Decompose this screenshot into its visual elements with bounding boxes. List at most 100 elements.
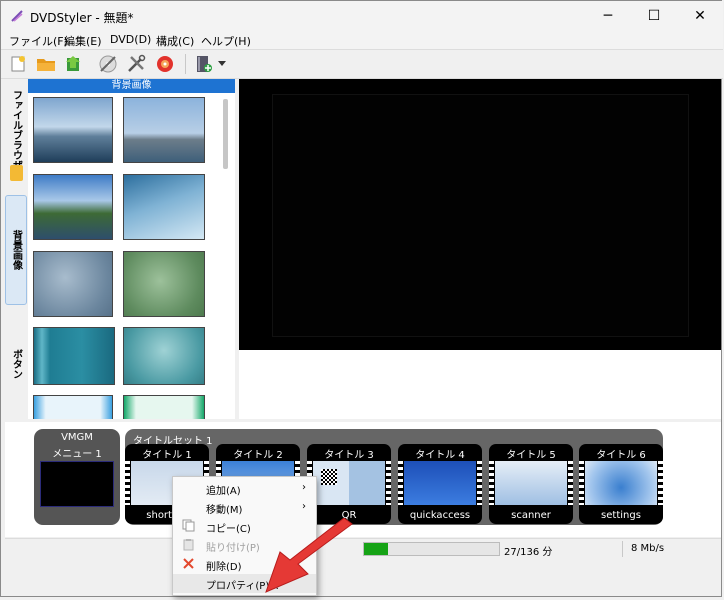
menu-bar: ファイル(F) 編集(E) DVD(D) 構成(C) ヘルプ(H): [1, 31, 723, 49]
title-6-label: settings: [601, 510, 641, 521]
menu-item-delete-label: 削除(D): [206, 562, 242, 573]
side-tabs: ファイルブラウザー 背景画像 ボタン: [5, 79, 27, 419]
qr-code-icon: [321, 469, 337, 485]
title-4-box[interactable]: タイトル 4 quickaccess: [398, 444, 482, 524]
maximize-button[interactable]: ☐: [631, 1, 677, 31]
background-thumbnail[interactable]: [123, 395, 205, 419]
menu-item-add[interactable]: 追加(A) ›: [173, 479, 316, 498]
filmstrip-icon: [386, 461, 391, 505]
background-thumbnail[interactable]: [33, 327, 115, 385]
add-file-button[interactable]: [193, 53, 215, 75]
vmgm-node: VMGM メニュー 1: [34, 429, 120, 525]
burn-icon: [99, 55, 117, 73]
tab-background-label: 背景画像: [10, 230, 22, 270]
title-6-box[interactable]: タイトル 6 settings: [579, 444, 663, 524]
burn-button[interactable]: [97, 53, 119, 75]
submenu-arrow-icon: ›: [302, 482, 306, 493]
menu-item-move[interactable]: 移動(M) ›: [173, 498, 316, 517]
filmstrip-icon: [568, 461, 573, 505]
vmgm-header: VMGM: [61, 432, 93, 443]
status-separator: [622, 541, 623, 557]
maximize-icon: ☐: [647, 8, 661, 24]
menu-dvd[interactable]: DVD(D): [110, 33, 151, 46]
new-icon: [11, 56, 25, 72]
settings-button[interactable]: [125, 53, 147, 75]
disc-usage-progress: [363, 542, 500, 556]
new-button[interactable]: [7, 53, 29, 75]
filmstrip-icon: [489, 461, 494, 505]
title-2-header: タイトル 2: [233, 450, 283, 461]
titleset-manager: VMGM メニュー 1 タイトルセット 1 タイトル 1 shortcut タイ…: [5, 422, 721, 537]
minimize-icon: ─: [603, 8, 613, 24]
dropdown-arrow-icon: [218, 61, 226, 66]
open-button[interactable]: [35, 53, 57, 75]
title-4-thumbnail: [404, 461, 476, 505]
copy-icon: [182, 519, 195, 532]
add-file-icon: [197, 56, 212, 72]
dvd-button[interactable]: [154, 53, 176, 75]
title-5-header: タイトル 5: [506, 450, 556, 461]
panel-scrollbar[interactable]: [223, 99, 228, 169]
title-5-box[interactable]: タイトル 5 scanner: [489, 444, 573, 524]
title-4-header: タイトル 4: [415, 450, 465, 461]
disc-usage-text: 27/136 分: [504, 547, 553, 558]
background-thumbnail[interactable]: [33, 97, 113, 163]
filmstrip-icon: [398, 461, 403, 505]
title-5-thumbnail: [495, 461, 567, 505]
close-icon: ✕: [694, 8, 706, 24]
filmstrip-icon: [579, 461, 584, 505]
filmstrip-icon: [477, 461, 482, 505]
background-panel: 背景画像: [28, 79, 235, 419]
folder-icon: [10, 165, 23, 181]
background-thumbnail[interactable]: [33, 251, 113, 317]
minimize-button[interactable]: ─: [585, 1, 631, 31]
menu-edit[interactable]: 編集(E): [64, 33, 102, 49]
title-6-thumbnail: [585, 461, 657, 505]
title-1-header: タイトル 1: [142, 450, 192, 461]
paste-icon: [183, 539, 194, 551]
app-window: DVDStyler - 無題* ─ ☐ ✕ ファイル(F) 編集(E) DVD(…: [0, 0, 723, 597]
status-bar: 27/136 分 8 Mb/s: [5, 538, 721, 559]
submenu-arrow-icon: ›: [302, 501, 306, 512]
tab-buttons-label: ボタン: [10, 349, 22, 379]
menu-file[interactable]: ファイル(F): [9, 33, 68, 49]
menu-help[interactable]: ヘルプ(H): [201, 33, 251, 49]
close-button[interactable]: ✕: [677, 1, 723, 31]
open-folder-icon: [37, 59, 55, 71]
panel-header: 背景画像: [28, 79, 235, 93]
menu-1-label: メニュー 1: [52, 449, 102, 460]
preview-area: [239, 79, 721, 419]
save-button[interactable]: [63, 53, 85, 75]
background-thumbnail[interactable]: [123, 174, 205, 240]
menu-configure[interactable]: 構成(C): [156, 33, 194, 49]
menu-item-move-label: 移動(M): [206, 505, 243, 516]
title-6-header: タイトル 6: [596, 450, 646, 461]
menu-1-box[interactable]: メニュー 1: [37, 445, 117, 522]
background-thumbnail[interactable]: [123, 251, 205, 317]
preview-screen: [272, 94, 689, 337]
add-file-dropdown[interactable]: [215, 53, 229, 75]
menu-preview[interactable]: [239, 79, 721, 350]
tab-background[interactable]: 背景画像: [5, 195, 27, 305]
dvd-icon: [157, 56, 173, 72]
progress-fill: [364, 543, 389, 555]
toolbar-separator: [185, 54, 186, 74]
title-5-label: scanner: [511, 510, 551, 521]
background-thumbnail[interactable]: [123, 97, 205, 163]
window-title: DVDStyler - 無題*: [30, 11, 134, 25]
filmstrip-icon: [125, 461, 130, 505]
background-thumbnail[interactable]: [33, 395, 113, 419]
toolbar: [1, 49, 723, 79]
settings-icon: [128, 54, 146, 72]
title-3-header: タイトル 3: [324, 450, 374, 461]
filmstrip-icon: [658, 461, 663, 505]
title-bar: DVDStyler - 無題* ─ ☐ ✕: [1, 1, 723, 31]
title-3-box[interactable]: タイトル 3 QR: [307, 444, 391, 524]
background-thumbnail[interactable]: [123, 327, 205, 385]
bitrate-text: 8 Mb/s: [631, 543, 665, 554]
title-3-thumbnail: [313, 461, 385, 505]
background-thumbnail[interactable]: [33, 174, 113, 240]
menu-1-thumbnail: [40, 461, 114, 507]
title-4-label: quickaccess: [409, 510, 471, 521]
tab-buttons[interactable]: ボタン: [5, 319, 27, 409]
